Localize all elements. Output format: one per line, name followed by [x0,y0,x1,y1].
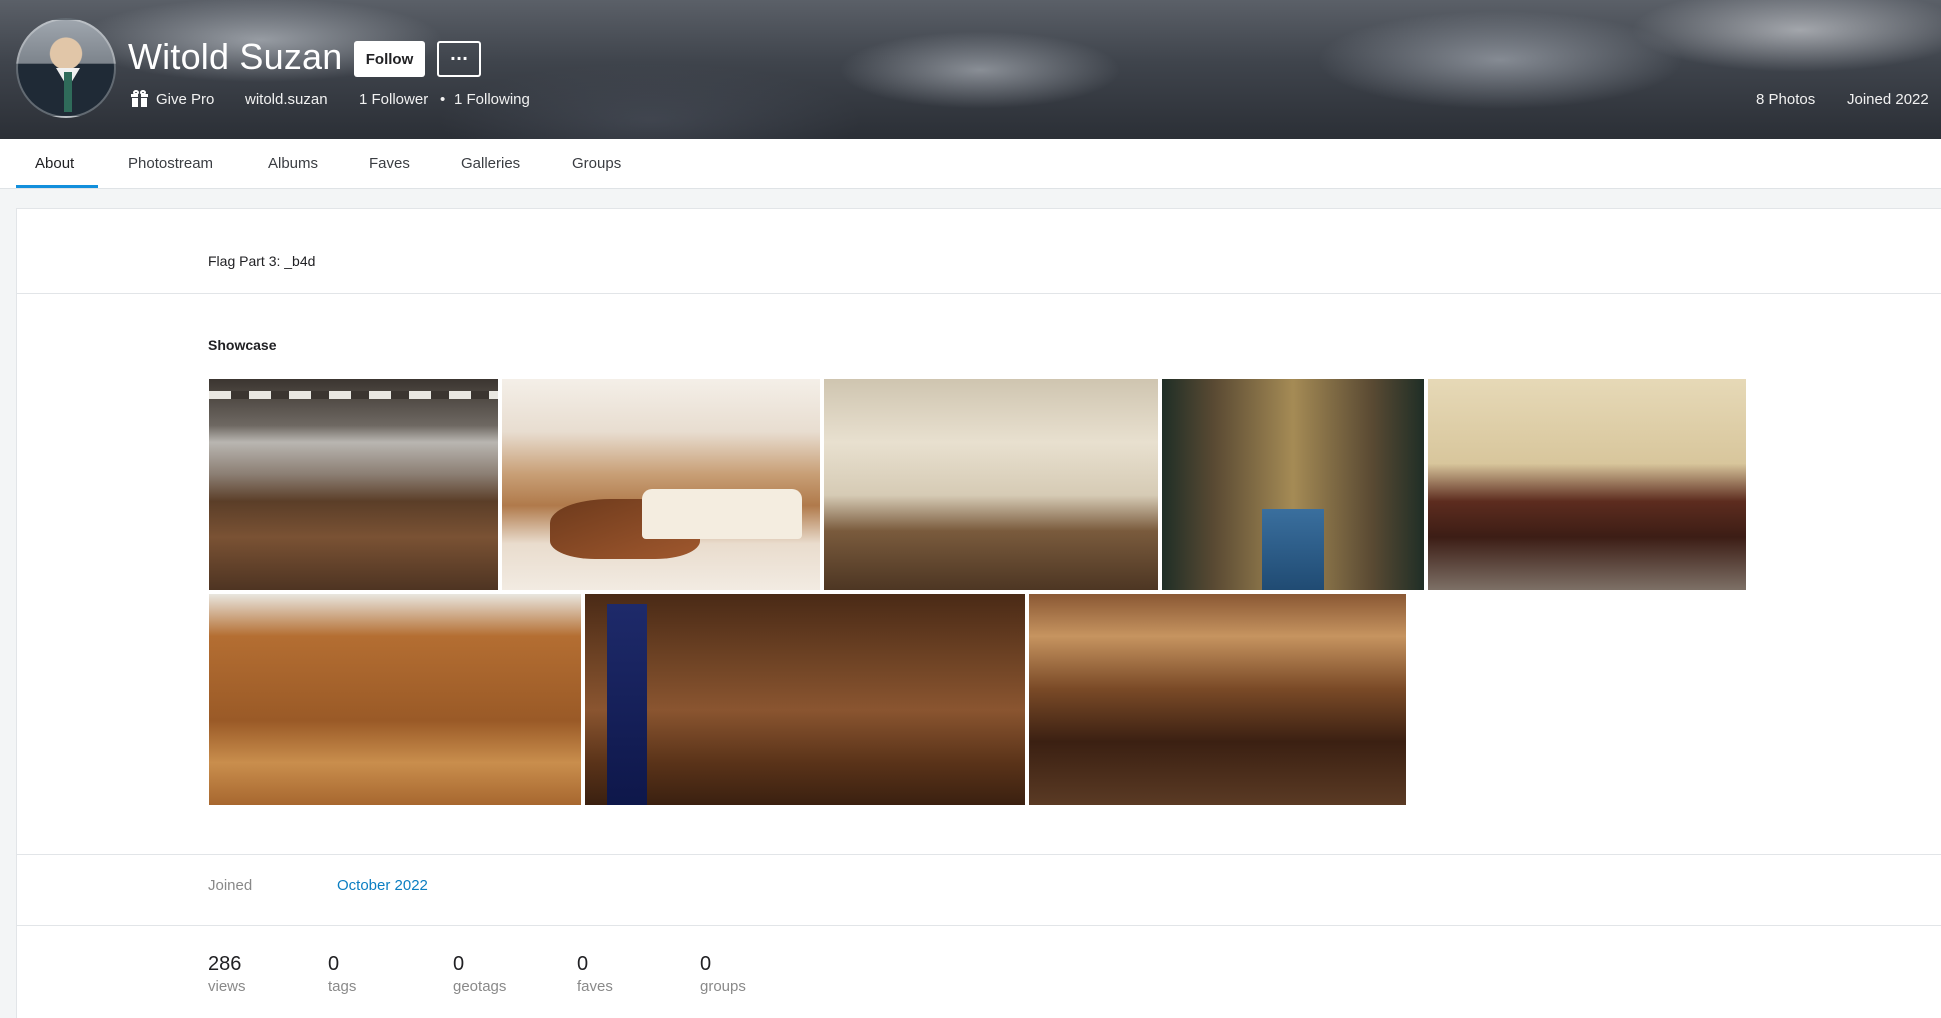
stat-groups: 0 groups [700,953,746,995]
tab-about[interactable]: About [35,155,74,172]
followers-link[interactable]: 1 Follower [359,91,428,108]
showcase-photo-6[interactable] [209,594,581,805]
tab-photostream[interactable]: Photostream [128,155,213,172]
give-pro-link[interactable]: Give Pro [156,91,214,108]
profile-cover: Witold Suzan Follow ··· Give Pro witold.… [0,0,1941,139]
showcase-photo-7[interactable] [585,594,1025,805]
active-tab-indicator [16,185,98,188]
more-options-button[interactable]: ··· [437,41,481,77]
joined-date-link[interactable]: October 2022 [337,877,428,894]
photos-count: 8 Photos [1756,91,1816,108]
meta-separator: • [440,91,446,108]
tab-galleries[interactable]: Galleries [461,155,520,172]
tab-albums[interactable]: Albums [268,155,318,172]
gift-icon[interactable] [131,90,148,107]
tab-groups[interactable]: Groups [572,155,621,172]
following-link[interactable]: 1 Following [454,91,530,108]
divider [17,925,1941,926]
joined-label: Joined [208,877,253,894]
joined-year: Joined 2022 [1847,91,1929,108]
follow-button[interactable]: Follow [354,41,425,77]
showcase-title: Showcase [208,337,277,353]
about-card: Flag Part 3: _b4d Showcase Joined Octobe… [16,208,1941,1018]
divider [17,854,1941,855]
stat-views: 286 views [208,953,246,995]
username-label: witold.suzan [245,91,328,108]
tab-faves[interactable]: Faves [369,155,410,172]
avatar[interactable] [16,18,116,118]
profile-description: Flag Part 3: _b4d [208,253,316,269]
showcase-photo-5[interactable] [1428,379,1746,590]
avatar-tie [64,72,72,112]
stat-faves: 0 faves [577,953,613,995]
showcase-photo-4[interactable] [1162,379,1424,590]
profile-name: Witold Suzan [128,36,343,77]
showcase-photo-8[interactable] [1029,594,1406,805]
divider [17,293,1941,294]
stat-tags: 0 tags [328,953,357,995]
stat-geotags: 0 geotags [453,953,507,995]
showcase-photo-2[interactable] [502,379,820,590]
showcase-photo-3[interactable] [824,379,1158,590]
profile-tabs: About Photostream Albums Faves Galleries… [0,139,1941,189]
showcase-photo-1[interactable] [209,379,498,590]
